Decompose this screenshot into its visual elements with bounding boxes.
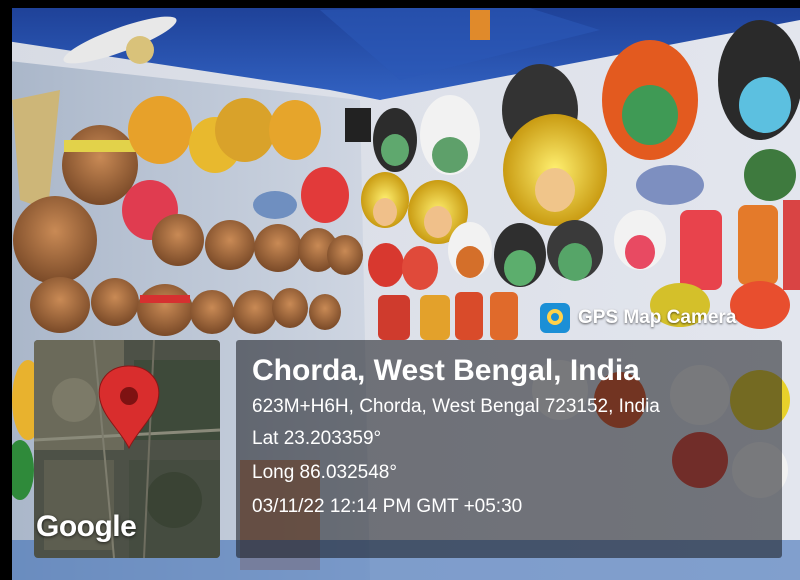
left-border [0, 0, 12, 580]
place-title: Chorda, West Bengal, India [252, 354, 640, 387]
photo-frame: GPS Map Camera Google Chorda, West Benga… [0, 0, 800, 580]
datetime-line: 03/11/22 12:14 PM GMT +05:30 [252, 496, 523, 517]
google-watermark: Google [36, 510, 137, 543]
longitude-line: Long 86.032548° [252, 462, 397, 483]
latitude-line: Lat 23.203359° [252, 428, 382, 449]
top-border [0, 0, 800, 8]
satellite-map-thumbnail: Google [34, 340, 220, 558]
address-line: 623M+H6H, Chorda, West Bengal 723152, In… [252, 396, 660, 417]
gps-map-camera-badge: GPS Map Camera [540, 302, 736, 334]
gps-map-camera-logo-icon [540, 303, 570, 333]
gps-map-camera-label: GPS Map Camera [578, 307, 737, 328]
location-info-panel: Chorda, West Bengal, India 623M+H6H, Cho… [236, 340, 782, 558]
